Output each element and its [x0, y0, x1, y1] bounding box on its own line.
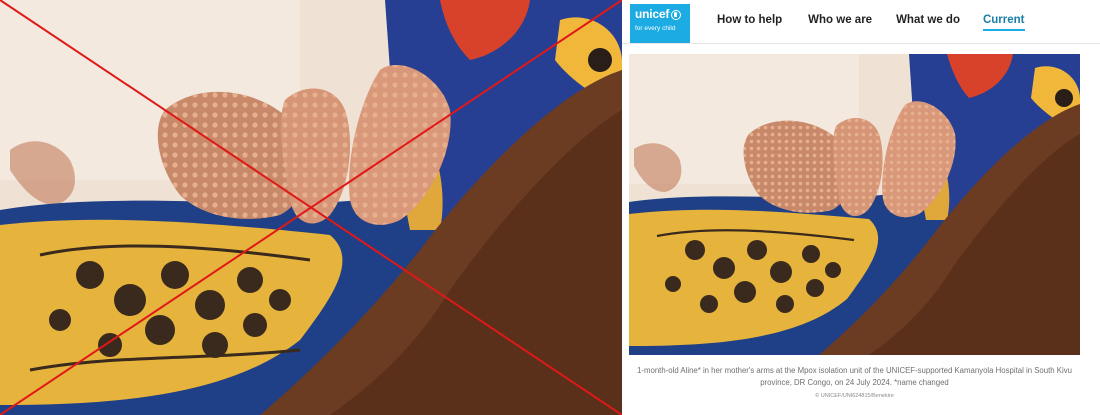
photo-caption: 1-month-old Aline* in her mother's arms … — [637, 366, 1072, 387]
site-header: unicef for every child How to help Who w… — [622, 0, 1100, 44]
cropped-photo-panel — [0, 0, 622, 415]
nav-who-we-are[interactable]: Who we are — [808, 14, 872, 31]
nav-current[interactable]: Current — [982, 14, 1025, 31]
infant-mpox-photo — [0, 0, 622, 415]
logo-wordmark: unicef — [635, 8, 685, 21]
photo-credit: © UNICEF/UNI624815/Benekire — [815, 393, 894, 399]
unicef-emblem-icon — [671, 9, 682, 20]
unicef-logo[interactable]: unicef for every child — [630, 4, 690, 43]
logo-tagline: for every child — [635, 25, 676, 32]
article-photo — [629, 54, 1080, 355]
main-nav: How to help Who we are What we do Curren… — [717, 14, 1025, 31]
nav-what-we-do[interactable]: What we do — [896, 14, 960, 31]
unicef-article-page: unicef for every child How to help Who w… — [622, 0, 1100, 415]
logo-word-text: unicef — [635, 7, 670, 21]
nav-how-to-help[interactable]: How to help — [717, 14, 782, 31]
infant-mpox-photo-full — [629, 54, 1080, 355]
